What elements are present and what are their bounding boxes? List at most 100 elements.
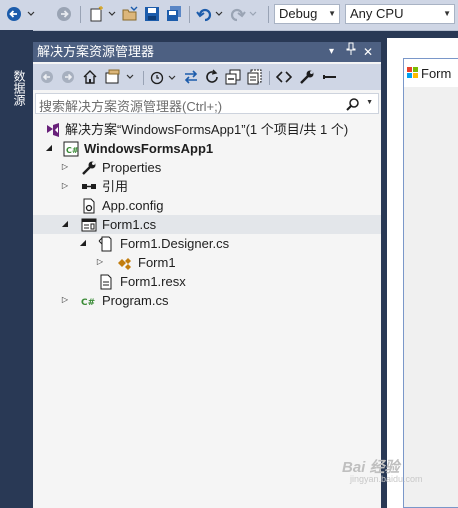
redo-icon xyxy=(230,8,257,22)
tree-row-app-config[interactable]: App.config xyxy=(33,196,381,215)
form-title: Form xyxy=(421,66,452,81)
redo-button[interactable] xyxy=(229,4,261,24)
cs-file-icon xyxy=(98,236,114,252)
resx-file-icon xyxy=(98,274,114,290)
undo-icon xyxy=(196,8,223,22)
tree-item-label: Program.cs xyxy=(102,293,169,308)
back-button[interactable] xyxy=(39,68,55,86)
save-button[interactable] xyxy=(143,4,161,24)
new-project-button[interactable] xyxy=(87,4,119,24)
show-all-files-button[interactable] xyxy=(247,68,263,86)
properties-button[interactable] xyxy=(299,68,315,86)
close-panel-icon[interactable]: ✕ xyxy=(363,42,373,62)
forward-arrow-icon xyxy=(57,7,71,21)
back-arrow-icon xyxy=(41,71,53,83)
expanded-arrow-icon[interactable]: ◢ xyxy=(60,217,70,231)
chevron-down-icon: ▼ xyxy=(443,9,451,18)
class-icon xyxy=(116,255,132,271)
tree-item-label: Form1.resx xyxy=(120,274,186,289)
collapsed-arrow-icon[interactable]: ▷ xyxy=(95,255,105,269)
form-icon xyxy=(407,67,418,81)
search-icon xyxy=(346,97,360,114)
toolbar-separator xyxy=(80,6,81,23)
left-tool-strip: 数据源 xyxy=(0,30,33,508)
back-arrow-icon xyxy=(7,7,35,21)
preview-selected-items-button[interactable] xyxy=(322,68,338,86)
refresh-button[interactable] xyxy=(204,68,220,86)
pin-icon xyxy=(346,42,356,55)
tree-item-label: App.config xyxy=(102,198,164,213)
form-icon xyxy=(81,217,97,233)
tree-item-label: 引用 xyxy=(102,179,129,194)
collapsed-arrow-icon[interactable]: ▷ xyxy=(60,293,70,307)
undo-button[interactable] xyxy=(195,4,227,24)
references-icon xyxy=(81,179,97,195)
open-folder-icon xyxy=(122,6,138,21)
watermark-subtext: jingyan.baidu.com xyxy=(350,474,423,484)
data-sources-tab[interactable]: 数据源 xyxy=(9,68,26,108)
tree-row-solution[interactable]: 解决方案“WindowsFormsApp1”(1 个项目/共 1 个) xyxy=(33,120,381,139)
wrench-icon xyxy=(300,70,314,84)
window-position-dropdown-icon[interactable]: ▾ xyxy=(329,42,334,62)
forward-arrow-icon xyxy=(62,71,74,83)
tree-row-form1-resx[interactable]: Form1.resx xyxy=(33,272,381,291)
tree-row-form1-designer-cs[interactable]: ◢ Form1.Designer.cs xyxy=(33,234,381,253)
svg-text:C#: C# xyxy=(66,146,79,155)
view-code-button[interactable] xyxy=(276,68,292,86)
tree-row-form1-cs[interactable]: ◢ Form1.cs xyxy=(33,215,381,234)
collapse-all-button[interactable] xyxy=(225,68,241,86)
clock-icon xyxy=(150,71,176,85)
forward-button[interactable] xyxy=(60,68,76,86)
tree-row-properties[interactable]: ▷ Properties xyxy=(33,158,381,177)
csharp-file-icon: C# xyxy=(81,293,97,309)
search-placeholder: 搜索解决方案资源管理器(Ctrl+;) xyxy=(39,99,223,114)
home-icon xyxy=(83,70,97,84)
panel-title-bar: 解决方案资源管理器 ▾ ✕ xyxy=(33,42,381,62)
tree-item-label: Form1 xyxy=(138,255,176,270)
toolbar-separator xyxy=(269,71,270,85)
open-file-button[interactable] xyxy=(121,4,139,24)
toolbar-separator xyxy=(268,6,269,23)
tree-row-project[interactable]: ◢ C# WindowsFormsApp1 xyxy=(33,139,381,158)
autohide-pin-icon[interactable] xyxy=(345,42,357,62)
form-preview-window[interactable]: Form xyxy=(403,58,458,508)
form-title-bar: Form xyxy=(404,59,458,87)
chevron-down-icon[interactable]: ▼ xyxy=(366,99,373,106)
solution-configuration-dropdown[interactable]: Debug ▼ xyxy=(274,4,340,24)
tree-row-references[interactable]: ▷ 引用 xyxy=(33,177,381,196)
home-button[interactable] xyxy=(82,68,98,86)
toolbar-separator xyxy=(143,71,144,85)
toolbar-separator xyxy=(189,6,190,23)
minus-icon xyxy=(323,75,336,79)
csharp-project-icon: C# xyxy=(63,141,79,157)
search-input[interactable]: 搜索解决方案资源管理器(Ctrl+;) ▼ xyxy=(35,93,379,114)
save-icon xyxy=(145,7,159,21)
platform-value: Any CPU xyxy=(350,6,404,21)
tree-item-label: Form1.cs xyxy=(102,217,157,232)
navigate-forward-button[interactable] xyxy=(56,4,72,24)
svg-text:C#: C# xyxy=(81,298,95,308)
main-toolbar: Debug ▼ Any CPU ▼ xyxy=(0,0,458,31)
expanded-arrow-icon[interactable]: ◢ xyxy=(44,141,54,155)
tree-item-label: Form1.Designer.cs xyxy=(120,236,230,251)
collapsed-arrow-icon[interactable]: ▷ xyxy=(60,179,70,193)
wrench-icon xyxy=(81,160,97,176)
refresh-icon xyxy=(206,69,218,83)
tree-row-program-cs[interactable]: ▷ C# Program.cs xyxy=(33,291,381,310)
solution-platform-dropdown[interactable]: Any CPU ▼ xyxy=(345,4,455,24)
tree-item-label: WindowsFormsApp1 xyxy=(84,141,214,156)
switch-views-button[interactable] xyxy=(103,68,137,86)
save-all-button[interactable] xyxy=(165,4,183,24)
collapsed-arrow-icon[interactable]: ▷ xyxy=(60,160,70,174)
save-all-icon xyxy=(167,6,181,21)
panel-title: 解决方案资源管理器 xyxy=(37,44,155,59)
expanded-arrow-icon[interactable]: ◢ xyxy=(78,236,88,250)
sync-with-active-document-button[interactable] xyxy=(183,68,199,86)
sync-icon xyxy=(184,70,198,84)
navigate-back-button[interactable] xyxy=(3,4,39,24)
solution-explorer-panel: 解决方案资源管理器 ▾ ✕ 搜索解决方案资源管理器(Ctrl+;) ▼ 解决方案… xyxy=(33,42,381,508)
tree-row-form1-class[interactable]: ▷ Form1 xyxy=(33,253,381,272)
chevron-down-icon: ▼ xyxy=(328,9,336,18)
pending-changes-filter-button[interactable] xyxy=(149,68,179,86)
config-file-icon xyxy=(81,198,97,214)
